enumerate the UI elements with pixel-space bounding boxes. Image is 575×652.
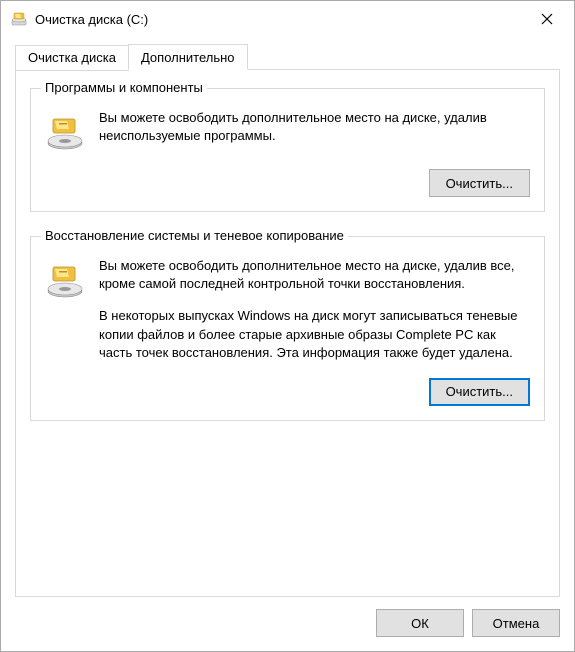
cleanup-programs-button[interactable]: Очистить... [429,169,530,197]
dialog-window: Очистка диска (C:) Очистка диска Дополни… [0,0,575,652]
restore-description-1: Вы можете освободить дополнительное мест… [99,257,530,293]
tab-panel-more: Программы и компоненты Вы може [15,69,560,597]
titlebar: Очистка диска (C:) [1,1,574,37]
ok-button[interactable]: ОК [376,609,464,637]
disk-cleanup-icon [11,11,27,27]
group-programs-components: Программы и компоненты Вы може [30,88,545,212]
tab-strip: Очистка диска Дополнительно [15,43,560,69]
restore-icon [45,261,85,301]
close-button[interactable] [524,4,570,34]
dialog-footer: ОК Отмена [1,597,574,651]
programs-icon [45,113,85,153]
programs-description: Вы можете освободить дополнительное мест… [99,109,530,145]
cleanup-restore-button[interactable]: Очистить... [429,378,530,406]
tab-more-options[interactable]: Дополнительно [128,44,248,70]
window-title: Очистка диска (C:) [35,12,524,27]
group-programs-title: Программы и компоненты [41,80,207,95]
group-system-restore: Восстановление системы и теневое копиров… [30,236,545,421]
group-restore-title: Восстановление системы и теневое копиров… [41,228,348,243]
tab-cleanup[interactable]: Очистка диска [15,45,129,71]
content-area: Очистка диска Дополнительно Программы и … [1,37,574,597]
cancel-button[interactable]: Отмена [472,609,560,637]
restore-description-2: В некоторых выпусках Windows на диск мог… [99,307,530,362]
